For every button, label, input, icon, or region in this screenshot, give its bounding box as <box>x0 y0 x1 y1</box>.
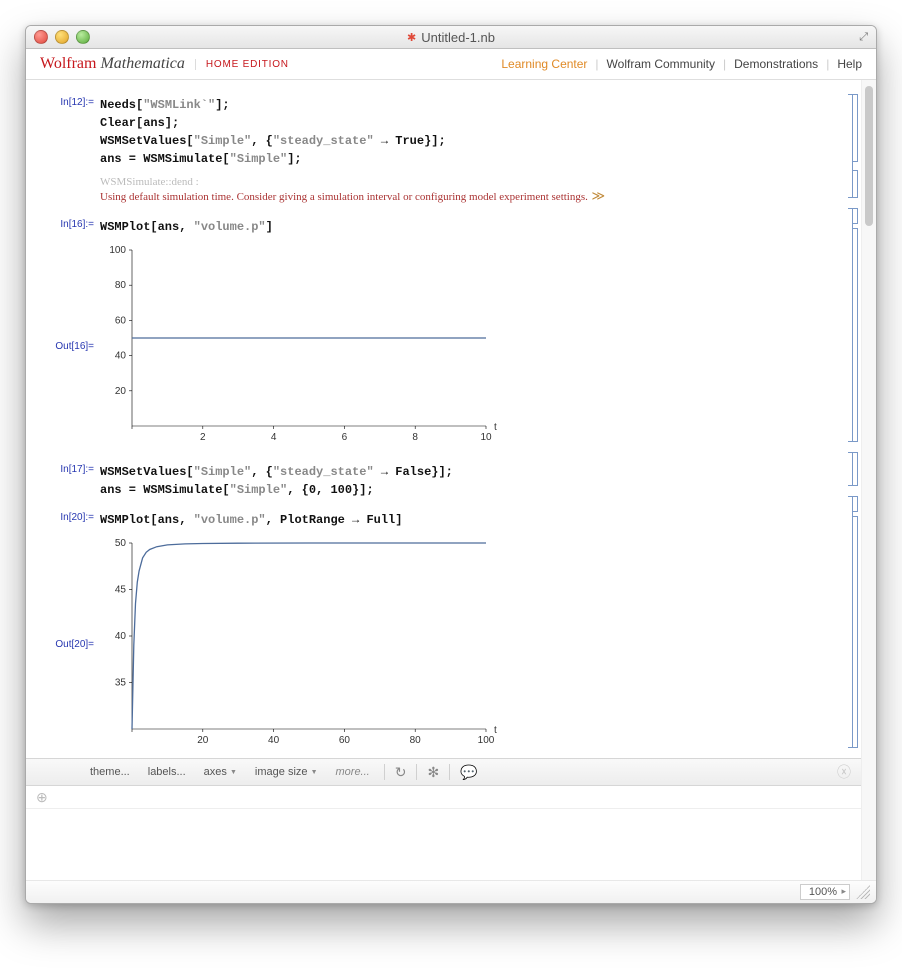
input-cell-17[interactable]: In[17]:= WSMSetValues["Simple", {"steady… <box>26 461 861 501</box>
input-cell-16[interactable]: In[16]:= WSMPlot[ans, "volume.p"] <box>26 216 861 238</box>
in-label: In[17]:= <box>40 463 100 475</box>
link-learning-center[interactable]: Learning Center <box>501 57 587 71</box>
svg-text:t: t <box>494 422 497 433</box>
refresh-icon[interactable]: ↻ <box>395 764 407 781</box>
svg-text:4: 4 <box>271 432 277 443</box>
out-label: Out[20]= <box>40 639 100 650</box>
link-wolfram-community[interactable]: Wolfram Community <box>607 57 715 71</box>
vertical-scrollbar[interactable] <box>861 80 876 880</box>
window-title: ✱ Untitled-1.nb <box>407 30 495 45</box>
new-cell-row[interactable]: ⊕ <box>26 786 861 809</box>
svg-text:t: t <box>494 725 497 736</box>
in-label: In[16]:= <box>40 218 100 230</box>
header-nav: Learning Center | Wolfram Community | De… <box>501 57 862 71</box>
notebook-body: In[12]:= Needs["WSMLink`"]; Clear[ans]; … <box>26 80 876 880</box>
labels-button[interactable]: labels... <box>144 764 190 780</box>
titlebar[interactable]: ✱ Untitled-1.nb ⤢ <box>26 26 876 49</box>
svg-text:60: 60 <box>339 735 351 746</box>
message-cell: WSMSimulate::dend : Using default simula… <box>26 174 861 206</box>
svg-text:6: 6 <box>342 432 348 443</box>
resize-grip[interactable] <box>856 885 870 899</box>
svg-text:80: 80 <box>410 735 422 746</box>
code-block[interactable]: WSMPlot[ans, "volume.p", PlotRange → Ful… <box>100 511 402 529</box>
svg-text:40: 40 <box>115 351 127 362</box>
svg-text:60: 60 <box>115 315 127 326</box>
window-controls <box>34 30 90 44</box>
svg-text:40: 40 <box>115 631 127 642</box>
link-help[interactable]: Help <box>837 57 862 71</box>
link-demonstrations[interactable]: Demonstrations <box>734 57 818 71</box>
chart-1: 20 40 60 80 100 2 4 6 8 10t <box>100 240 500 453</box>
minimize-icon[interactable] <box>55 30 69 44</box>
svg-text:100: 100 <box>109 245 126 256</box>
scroll-thumb[interactable] <box>865 86 873 226</box>
notebook-icon: ✱ <box>407 31 416 44</box>
output-cell-16: Out[16]= 20 40 60 80 100 2 4 6 8 10t <box>26 238 861 455</box>
zoom-icon[interactable] <box>76 30 90 44</box>
message-body: Using default simulation time. Consider … <box>100 191 588 203</box>
in-label: In[20]:= <box>40 511 100 523</box>
svg-text:45: 45 <box>115 585 127 596</box>
output-cell-20: Out[20]= 35 40 45 50 20 40 60 80 100t <box>26 531 861 758</box>
brand-header: Wolfram Mathematica HOME EDITION Learnin… <box>26 49 876 80</box>
more-button[interactable]: more... <box>332 764 374 780</box>
svg-text:8: 8 <box>412 432 418 443</box>
window-title-text: Untitled-1.nb <box>421 30 495 45</box>
chart-2: 35 40 45 50 20 40 60 80 100t <box>100 533 500 756</box>
plus-icon[interactable]: ⊕ <box>36 789 48 806</box>
fullscreen-icon[interactable]: ⤢ <box>859 31 868 44</box>
svg-text:20: 20 <box>115 386 127 397</box>
theme-button[interactable]: theme... <box>86 764 134 780</box>
zoom-selector[interactable]: 100% <box>800 884 850 900</box>
status-bar: 100% <box>26 880 876 903</box>
code-block[interactable]: WSMPlot[ans, "volume.p"] <box>100 218 273 236</box>
code-block[interactable]: Needs["WSMLink`"]; Clear[ans]; WSMSetVal… <box>100 96 446 168</box>
close-icon[interactable] <box>34 30 48 44</box>
window-frame: ✱ Untitled-1.nb ⤢ Wolfram Mathematica HO… <box>25 25 877 904</box>
notebook-content[interactable]: In[12]:= Needs["WSMLink`"]; Clear[ans]; … <box>26 80 861 880</box>
svg-text:2: 2 <box>200 432 206 443</box>
svg-text:100: 100 <box>478 735 495 746</box>
input-cell-20[interactable]: In[20]:= WSMPlot[ans, "volume.p", PlotRa… <box>26 509 861 531</box>
in-label: In[12]:= <box>40 96 100 108</box>
svg-text:35: 35 <box>115 678 127 689</box>
svg-text:40: 40 <box>268 735 280 746</box>
axes-button[interactable]: axes ▼ <box>200 764 241 780</box>
svg-text:80: 80 <box>115 280 127 291</box>
brand-logo: Wolfram Mathematica <box>40 55 185 73</box>
svg-text:20: 20 <box>197 735 209 746</box>
svg-text:10: 10 <box>480 432 492 443</box>
svg-text:50: 50 <box>115 538 127 549</box>
out-label: Out[16]= <box>40 341 100 352</box>
message-tag: WSMSimulate::dend : <box>100 176 605 188</box>
code-block[interactable]: WSMSetValues["Simple", {"steady_state" →… <box>100 463 453 499</box>
image-size-button[interactable]: image size ▼ <box>251 764 322 780</box>
edition-badge: HOME EDITION <box>195 59 289 70</box>
message-more-icon[interactable]: ≫ <box>592 188 606 203</box>
input-cell-12[interactable]: In[12]:= Needs["WSMLink`"]; Clear[ans]; … <box>26 94 861 170</box>
comment-icon[interactable]: 💬 <box>460 764 477 781</box>
gear-icon[interactable]: ✻ <box>427 764 439 781</box>
suggestions-toolbar: theme... labels... axes ▼ image size ▼ m… <box>26 758 861 786</box>
